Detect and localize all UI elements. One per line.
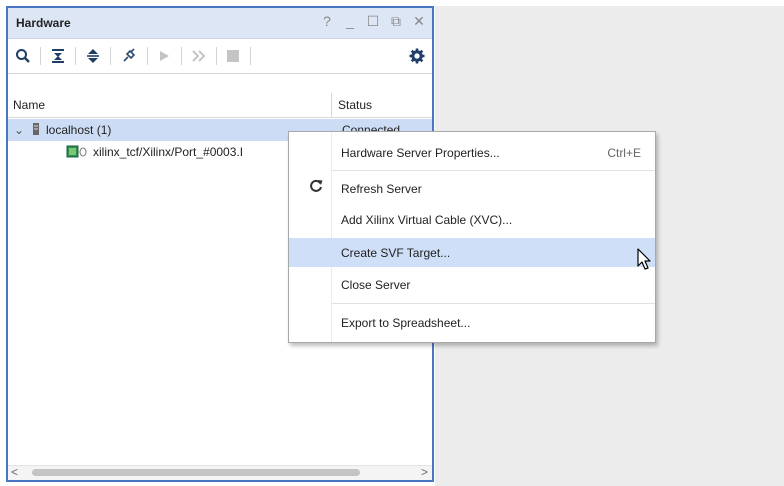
toolbar-separator: [181, 47, 182, 65]
toolbar-separator: [216, 47, 217, 65]
scrollbar-thumb[interactable]: [32, 469, 360, 476]
menu-item-label: Refresh Server: [341, 182, 422, 196]
menu-item-label: Add Xilinx Virtual Cable (XVC)...: [341, 213, 513, 227]
toolbar-separator: [110, 47, 111, 65]
scroll-left-arrow[interactable]: <: [11, 465, 18, 479]
column-status-header[interactable]: Status: [338, 98, 372, 112]
stop-icon[interactable]: [222, 46, 244, 66]
mouse-pointer-icon: [637, 248, 653, 275]
panel-titlebar: Hardware ? _ ☐ ⧉ ✕: [8, 8, 432, 39]
tree-column-header: Name Status: [8, 93, 432, 118]
context-menu: Hardware Server Properties... Ctrl+E Ref…: [288, 131, 656, 343]
menu-separator: [331, 303, 655, 304]
menu-item-label: Hardware Server Properties...: [341, 146, 500, 160]
toolbar-separator: [250, 47, 251, 65]
title-controls: ? _ ☐ ⧉ ✕: [320, 13, 426, 30]
menu-item-label: Export to Spreadsheet...: [341, 316, 471, 330]
menu-item-close-server[interactable]: Close Server: [289, 270, 655, 299]
scroll-right-arrow[interactable]: >: [421, 465, 428, 479]
collapse-all-icon[interactable]: [47, 46, 69, 66]
menu-item-add-xvc[interactable]: Add Xilinx Virtual Cable (XVC)...: [289, 205, 655, 234]
toolbar-separator: [75, 47, 76, 65]
close-button[interactable]: ✕: [412, 13, 426, 30]
tree-row-label: xilinx_tcf/Xilinx/Port_#0003.I: [93, 145, 244, 159]
horizontal-scrollbar[interactable]: < >: [8, 465, 432, 480]
column-divider[interactable]: [331, 93, 332, 117]
fast-forward-icon[interactable]: [188, 46, 210, 66]
help-button[interactable]: ?: [320, 13, 334, 30]
column-name-header[interactable]: Name: [13, 98, 45, 112]
panel-title: Hardware: [16, 16, 71, 30]
menu-separator: [331, 170, 655, 171]
menu-item-label: Create SVF Target...: [341, 246, 451, 260]
minimize-button[interactable]: _: [343, 13, 357, 30]
menu-item-export-spreadsheet[interactable]: Export to Spreadsheet...: [289, 308, 655, 337]
menu-item-hardware-server-properties[interactable]: Hardware Server Properties... Ctrl+E: [289, 138, 655, 167]
jtag-cable-icon: [66, 145, 88, 161]
hardware-toolbar: [8, 39, 432, 74]
refresh-icon: [309, 179, 323, 198]
float-button[interactable]: ⧉: [389, 13, 403, 30]
tree-row-label: localhost (1): [46, 123, 112, 137]
gear-icon[interactable]: [406, 46, 428, 66]
search-icon[interactable]: [12, 46, 34, 66]
server-icon: [32, 122, 40, 139]
toolbar-separator: [147, 47, 148, 65]
auto-connect-icon[interactable]: [118, 46, 140, 66]
toolbar-separator: [40, 47, 41, 65]
chevron-down-icon[interactable]: ⌄: [14, 123, 24, 137]
menu-item-label: Close Server: [341, 278, 411, 292]
menu-item-refresh-server[interactable]: Refresh Server: [289, 174, 655, 203]
menu-item-shortcut: Ctrl+E: [607, 146, 641, 160]
expand-all-icon[interactable]: [82, 46, 104, 66]
menu-item-create-svf-target[interactable]: Create SVF Target...: [289, 238, 655, 267]
maximize-button[interactable]: ☐: [366, 13, 380, 30]
run-icon[interactable]: [153, 46, 175, 66]
